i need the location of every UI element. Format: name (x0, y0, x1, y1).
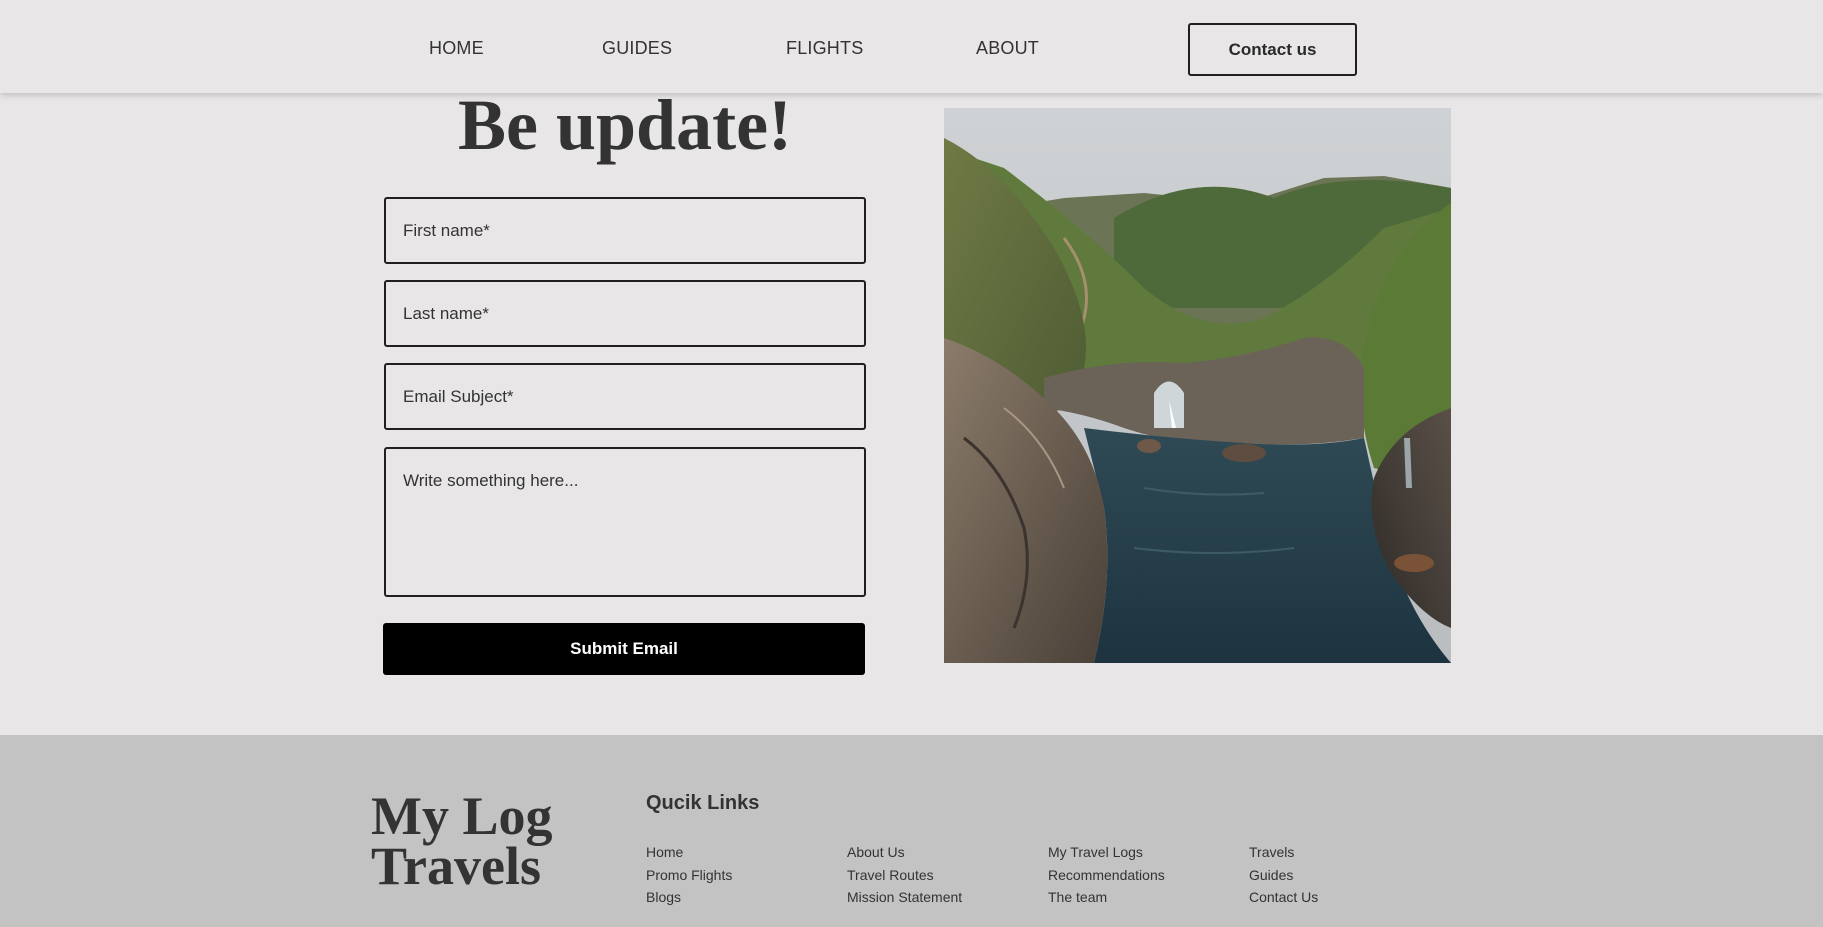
first-name-field[interactable] (384, 197, 866, 264)
footer-link-home[interactable]: Home (646, 841, 732, 864)
footer-link-recommendations[interactable]: Recommendations (1048, 864, 1165, 887)
landscape-image (944, 108, 1451, 663)
email-subject-field[interactable] (384, 363, 866, 430)
footer-link-contact-us[interactable]: Contact Us (1249, 886, 1318, 909)
footer-links-column-4: Travels Guides Contact Us (1249, 841, 1318, 909)
footer-link-travel-routes[interactable]: Travel Routes (847, 864, 962, 887)
footer-links-column-1: Home Promo Flights Blogs (646, 841, 732, 909)
footer-links-column-2: About Us Travel Routes Mission Statement (847, 841, 962, 909)
message-textarea[interactable] (384, 447, 866, 597)
footer-link-the-team[interactable]: The team (1048, 886, 1165, 909)
nav-home[interactable]: HOME (429, 38, 484, 59)
footer-link-guides[interactable]: Guides (1249, 864, 1318, 887)
page-title: Be update! (457, 85, 793, 165)
contact-us-button[interactable]: Contact us (1188, 23, 1357, 76)
coastal-gorge-illustration (944, 108, 1451, 663)
nav-flights[interactable]: FLIGHTS (786, 38, 863, 59)
footer-link-blogs[interactable]: Blogs (646, 886, 732, 909)
footer-link-about-us[interactable]: About Us (847, 841, 962, 864)
nav-about[interactable]: ABOUT (976, 38, 1039, 59)
site-footer: My Log Travels Qucik Links Home Promo Fl… (0, 735, 1823, 927)
last-name-field[interactable] (384, 280, 866, 347)
footer-links-column-3: My Travel Logs Recommendations The team (1048, 841, 1165, 909)
footer-link-travels[interactable]: Travels (1249, 841, 1318, 864)
nav-guides[interactable]: GUIDES (602, 38, 672, 59)
site-header: HOME GUIDES FLIGHTS ABOUT Contact us (0, 0, 1823, 93)
footer-link-promo-flights[interactable]: Promo Flights (646, 864, 732, 887)
footer-link-my-travel-logs[interactable]: My Travel Logs (1048, 841, 1165, 864)
footer-brand: My Log Travels (371, 786, 553, 896)
footer-link-mission-statement[interactable]: Mission Statement (847, 886, 962, 909)
submit-email-button[interactable]: Submit Email (383, 623, 865, 675)
quick-links-title: Qucik Links (646, 792, 760, 814)
